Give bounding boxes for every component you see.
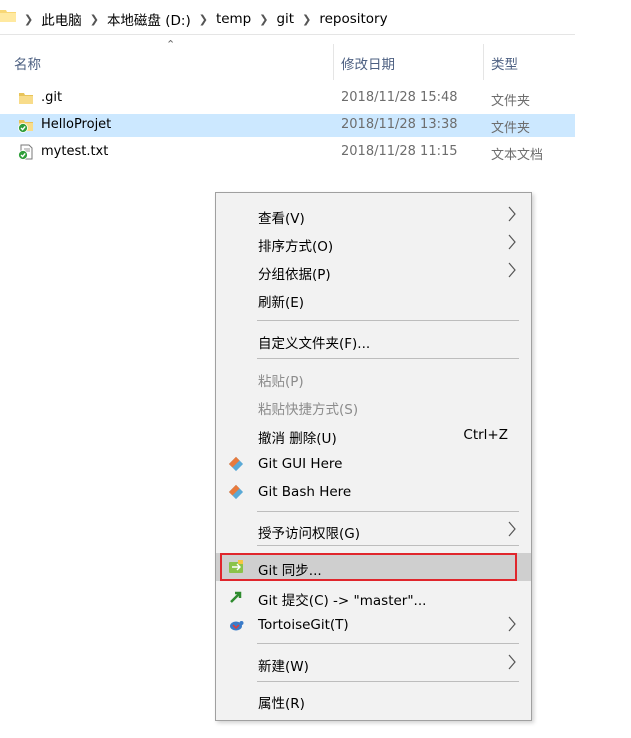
sort-ascending-icon: ⌃ bbox=[166, 38, 176, 51]
chevron-right-icon: ❯ bbox=[89, 12, 99, 26]
menu-item-paste: 粘贴(P) bbox=[216, 364, 531, 392]
menu-separator bbox=[257, 358, 519, 359]
menu-item-git-commit[interactable]: Git 提交(C) -> "master"... bbox=[216, 583, 531, 611]
menu-item-label: 粘贴(P) bbox=[258, 374, 304, 390]
menu-item-new[interactable]: 新建(W) bbox=[216, 649, 531, 677]
file-row-helloprojet[interactable]: HelloProjet 2018/11/28 13:38 文件夹 bbox=[0, 114, 575, 137]
column-divider[interactable] bbox=[483, 44, 484, 80]
breadcrumb-this-pc[interactable]: 此电脑 bbox=[41, 9, 82, 29]
menu-item-label: 新建(W) bbox=[258, 659, 309, 675]
menu-separator bbox=[257, 545, 519, 546]
context-menu: 查看(V) 排序方式(O) 分组依据(P) 刷新(E) 自定义文件夹(F)...… bbox=[215, 192, 532, 721]
menu-item-label: Git GUI Here bbox=[258, 456, 343, 472]
git-sync-icon bbox=[229, 560, 243, 573]
breadcrumb-git[interactable]: git bbox=[276, 11, 294, 27]
menu-item-refresh[interactable]: 刷新(E) bbox=[216, 285, 531, 313]
file-name: .git bbox=[41, 90, 63, 105]
menu-item-view[interactable]: 查看(V) bbox=[216, 201, 531, 229]
menu-item-undo-delete[interactable]: 撤消 删除(U) Ctrl+Z bbox=[216, 421, 531, 449]
chevron-right-icon: ❯ bbox=[259, 12, 269, 26]
breadcrumb-repository[interactable]: repository bbox=[319, 11, 387, 27]
menu-item-git-sync[interactable]: Git 同步... bbox=[216, 553, 531, 581]
file-type: 文件夹 bbox=[491, 121, 531, 136]
menu-separator bbox=[257, 511, 519, 512]
folder-icon bbox=[19, 93, 33, 104]
breadcrumb: ❯ 此电脑 ❯ 本地磁盘 (D:) ❯ temp ❯ git ❯ reposit… bbox=[24, 9, 388, 29]
chevron-right-icon bbox=[508, 206, 516, 222]
menu-item-label: Git Bash Here bbox=[258, 484, 352, 500]
breadcrumb-local-disk[interactable]: 本地磁盘 (D:) bbox=[107, 9, 191, 29]
column-header-name[interactable]: 名称 bbox=[14, 53, 41, 73]
chevron-right-icon: ❯ bbox=[302, 12, 312, 26]
column-header-type[interactable]: 类型 bbox=[491, 53, 518, 73]
column-divider[interactable] bbox=[333, 44, 334, 80]
menu-item-tortoisegit[interactable]: TortoiseGit(T) bbox=[216, 611, 531, 639]
menu-item-label: 分组依据(P) bbox=[258, 267, 331, 283]
git-commit-arrow-icon bbox=[230, 591, 242, 603]
chevron-right-icon: ❯ bbox=[24, 12, 34, 26]
tortoisegit-icon bbox=[230, 621, 244, 631]
file-name: HelloProjet bbox=[41, 117, 112, 132]
chevron-right-icon: ❯ bbox=[198, 12, 208, 26]
git-synced-folder-icon bbox=[18, 120, 33, 133]
menu-separator bbox=[257, 643, 519, 644]
menu-separator bbox=[257, 320, 519, 321]
breadcrumb-temp[interactable]: temp bbox=[216, 11, 251, 27]
menu-item-label: Git 提交(C) -> "master"... bbox=[258, 593, 427, 609]
file-date: 2018/11/28 11:15 bbox=[341, 144, 458, 159]
chevron-right-icon bbox=[508, 616, 516, 632]
chevron-right-icon bbox=[508, 234, 516, 250]
git-synced-text-file-icon bbox=[18, 144, 33, 160]
address-bar[interactable]: ❯ 此电脑 ❯ 本地磁盘 (D:) ❯ temp ❯ git ❯ reposit… bbox=[0, 0, 575, 35]
folder-icon bbox=[0, 10, 16, 22]
menu-item-label: 查看(V) bbox=[258, 211, 305, 227]
menu-item-paste-shortcut: 粘贴快捷方式(S) bbox=[216, 392, 531, 420]
menu-separator bbox=[257, 681, 519, 682]
file-date: 2018/11/28 15:48 bbox=[341, 90, 458, 105]
menu-item-label: 自定义文件夹(F)... bbox=[258, 336, 371, 352]
menu-item-label: 排序方式(O) bbox=[258, 239, 334, 255]
file-row-git[interactable]: .git 2018/11/28 15:48 文件夹 bbox=[0, 87, 575, 110]
shortcut-label: Ctrl+Z bbox=[463, 427, 508, 443]
menu-item-customize-folder[interactable]: 自定义文件夹(F)... bbox=[216, 326, 531, 354]
git-logo-icon bbox=[228, 484, 244, 500]
menu-item-label: TortoiseGit(T) bbox=[258, 617, 349, 633]
menu-item-git-bash[interactable]: Git Bash Here bbox=[216, 478, 531, 506]
menu-item-label: 授予访问权限(G) bbox=[258, 526, 360, 542]
chevron-right-icon bbox=[508, 654, 516, 670]
column-header-date[interactable]: 修改日期 bbox=[341, 53, 395, 73]
menu-item-label: 刷新(E) bbox=[258, 295, 305, 311]
chevron-right-icon bbox=[508, 262, 516, 278]
menu-item-label: 粘贴快捷方式(S) bbox=[258, 402, 359, 418]
menu-item-properties[interactable]: 属性(R) bbox=[216, 686, 531, 714]
file-row-mytest[interactable]: mytest.txt 2018/11/28 11:15 文本文档 bbox=[0, 141, 575, 164]
menu-item-grant-access[interactable]: 授予访问权限(G) bbox=[216, 516, 531, 544]
file-type: 文本文档 bbox=[491, 148, 544, 163]
menu-item-group[interactable]: 分组依据(P) bbox=[216, 257, 531, 285]
menu-item-label: Git 同步... bbox=[258, 563, 322, 579]
file-date: 2018/11/28 13:38 bbox=[341, 117, 458, 132]
menu-item-sort[interactable]: 排序方式(O) bbox=[216, 229, 531, 257]
menu-item-git-gui[interactable]: Git GUI Here bbox=[216, 450, 531, 478]
menu-item-label: 属性(R) bbox=[258, 696, 305, 712]
chevron-right-icon bbox=[508, 521, 516, 537]
file-name: mytest.txt bbox=[41, 144, 109, 159]
menu-item-label: 撤消 删除(U) bbox=[258, 431, 337, 447]
git-logo-icon bbox=[228, 456, 244, 472]
file-type: 文件夹 bbox=[491, 94, 531, 109]
